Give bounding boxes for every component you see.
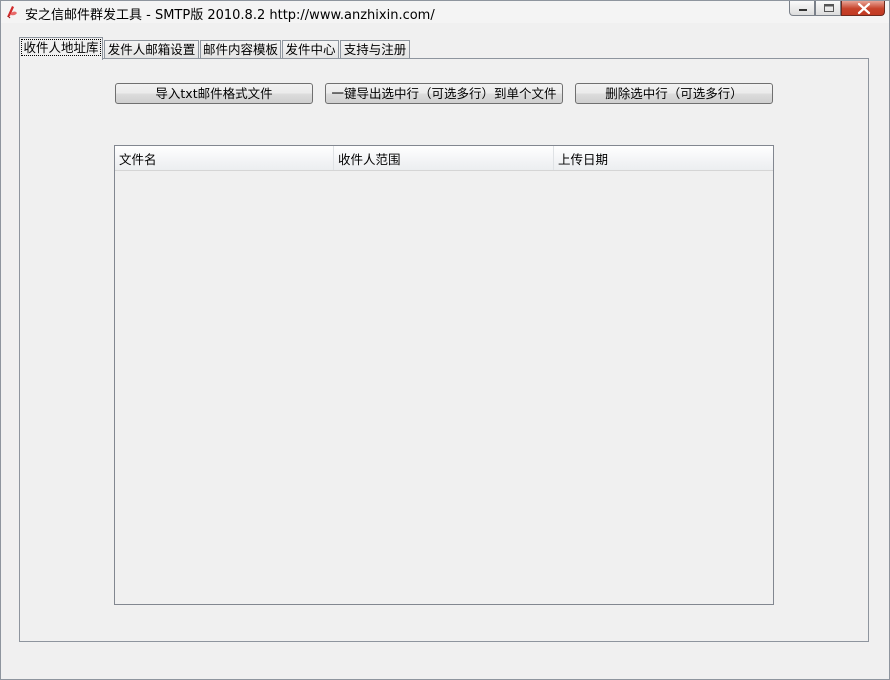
minimize-icon <box>799 9 807 11</box>
title-bar[interactable]: 安之信邮件群发工具 - SMTP版 2010.8.2 http://www.an… <box>1 1 889 23</box>
tab-send-center[interactable]: 发件中心 <box>282 40 339 59</box>
tab-sender-settings[interactable]: 发件人邮箱设置 <box>104 40 199 59</box>
column-header-upload-date[interactable]: 上传日期 <box>554 146 773 170</box>
list-body[interactable] <box>115 171 773 604</box>
main-window: 安之信邮件群发工具 - SMTP版 2010.8.2 http://www.an… <box>0 0 890 680</box>
maximize-icon <box>824 4 834 12</box>
tab-support-register[interactable]: 支持与注册 <box>340 40 410 59</box>
column-header-filename[interactable]: 文件名 <box>115 146 334 170</box>
column-header-recipient-range[interactable]: 收件人范围 <box>334 146 554 170</box>
close-icon <box>857 2 871 15</box>
export-selected-button[interactable]: 一键导出选中行（可选多行）到单个文件 <box>325 83 563 104</box>
minimize-button[interactable] <box>789 1 815 16</box>
maximize-button[interactable] <box>815 1 841 16</box>
tab-label: 发件中心 <box>285 42 336 57</box>
window-title: 安之信邮件群发工具 - SMTP版 2010.8.2 http://www.an… <box>25 8 435 23</box>
close-button[interactable] <box>841 1 885 16</box>
delete-selected-button[interactable]: 删除选中行（可选多行） <box>575 83 773 104</box>
file-list[interactable]: 文件名 收件人范围 上传日期 <box>114 145 774 605</box>
list-header: 文件名 收件人范围 上传日期 <box>115 146 773 171</box>
app-icon[interactable] <box>5 4 19 19</box>
import-txt-button[interactable]: 导入txt邮件格式文件 <box>115 83 313 104</box>
tab-recipient-library[interactable]: 收件人地址库 <box>19 37 103 60</box>
tab-label: 收件人地址库 <box>21 39 101 56</box>
tab-label: 发件人邮箱设置 <box>107 42 196 57</box>
tab-label: 支持与注册 <box>343 42 407 57</box>
tab-label: 邮件内容模板 <box>202 42 278 57</box>
tab-content-template[interactable]: 邮件内容模板 <box>200 40 281 59</box>
